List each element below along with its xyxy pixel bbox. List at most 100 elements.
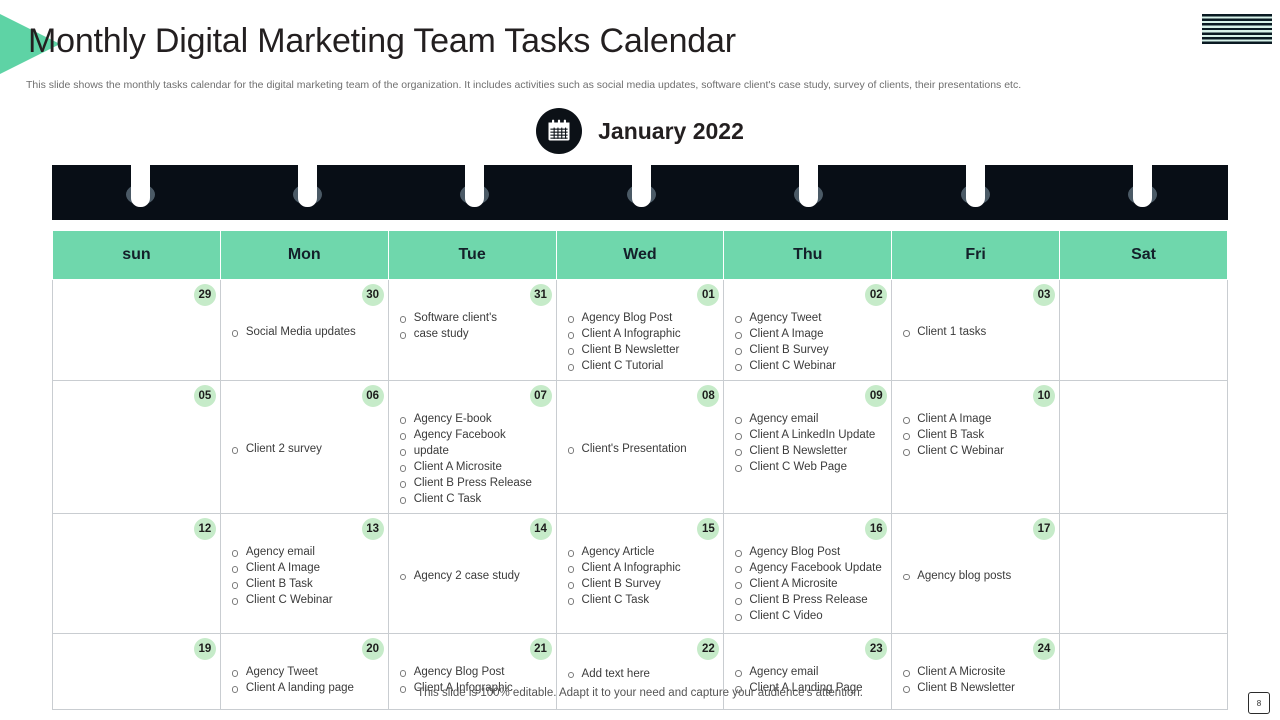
calendar-day-cell[interactable]: 10 Client A Image Client B Task Client C We… — [891, 380, 1061, 514]
binder-ring — [794, 155, 823, 210]
day-number-badge: 24 — [1033, 638, 1056, 660]
calendar-day-cell[interactable]: 01 Agency Blog Post Client A Infographic Cl… — [555, 279, 725, 381]
calendar-day-cell[interactable] — [1059, 513, 1228, 634]
task-item[interactable]: Agency blog posts — [900, 568, 1053, 584]
task-item[interactable]: Client B Press Release — [732, 592, 885, 608]
calendar-day-cell[interactable] — [1059, 279, 1228, 381]
day-task-list: Agency Blog Post Client A Infographic Clie… — [565, 288, 718, 374]
task-item[interactable]: Client C Webinar — [732, 358, 885, 374]
task-item[interactable]: Client C Task — [565, 592, 718, 608]
weekday-header-wed: Wed — [555, 230, 725, 280]
task-item[interactable]: Client A Infographic — [565, 326, 718, 342]
calendar-week-row: 05 06 Client 2 survey 07 Agency E-book Agency… — [52, 380, 1228, 514]
calendar-icon — [536, 108, 583, 154]
task-item[interactable]: Client B Newsletter — [732, 443, 885, 459]
weekday-header-sun: sun — [52, 230, 221, 280]
task-item[interactable]: Client B Task — [229, 576, 382, 592]
calendar-day-cell[interactable]: 06 Client 2 survey — [219, 380, 389, 514]
calendar-day-cell[interactable]: 15 Agency Article Client A Infographic Clie… — [555, 513, 725, 634]
calendar-day-cell[interactable]: 05 — [52, 380, 221, 514]
day-number-badge: 10 — [1033, 385, 1056, 407]
day-task-list: Client's Presentation — [565, 389, 718, 509]
task-item[interactable]: Client A Image — [229, 560, 382, 576]
task-item[interactable]: Agency Facebook Update — [732, 560, 885, 576]
day-task-list: Agency 2 case study — [397, 522, 550, 629]
task-item[interactable]: Agency email — [229, 544, 382, 560]
task-item[interactable]: Agency Blog Post — [565, 310, 718, 326]
task-item[interactable]: Client C Video — [732, 608, 885, 624]
task-item[interactable]: Client A Infographic — [565, 560, 718, 576]
task-item[interactable]: Client C Web Page — [732, 459, 885, 475]
day-number-badge: 14 — [529, 518, 552, 540]
task-item[interactable]: Agency Facebook — [397, 427, 550, 443]
task-item[interactable]: Agency 2 case study — [397, 568, 550, 584]
day-number-badge: 06 — [361, 385, 384, 407]
task-item[interactable]: Client A Microsite — [397, 459, 550, 475]
task-item[interactable]: Software client's — [397, 310, 550, 326]
task-item[interactable]: Client B Press Release — [397, 475, 550, 491]
day-task-list: Client A Image Client B Task Client C Webi… — [900, 389, 1053, 459]
task-item[interactable]: Agency email — [732, 664, 885, 680]
task-item[interactable]: Agency Blog Post — [732, 544, 885, 560]
task-item[interactable]: Client B Survey — [732, 342, 885, 358]
task-item[interactable]: Client A Microsite — [900, 664, 1053, 680]
day-number-badge: 03 — [1033, 284, 1056, 306]
day-task-list: Agency blog posts — [900, 522, 1053, 629]
task-item[interactable]: Client A Microsite — [732, 576, 885, 592]
calendar-day-cell[interactable] — [1059, 380, 1228, 514]
calendar-day-cell[interactable]: 17 Agency blog posts — [891, 513, 1061, 634]
task-item[interactable]: Agency Article — [565, 544, 718, 560]
task-item[interactable]: Client C Task — [397, 491, 550, 507]
task-item[interactable]: Client A LinkedIn Update — [732, 427, 885, 443]
day-task-list: Software client's case study — [397, 288, 550, 342]
binder-rings — [52, 155, 1228, 220]
day-number-badge: 07 — [529, 385, 552, 407]
task-item[interactable]: Client C Webinar — [229, 592, 382, 608]
binder-ring — [460, 155, 489, 210]
weekday-header-tue: Tue — [387, 230, 557, 280]
task-item[interactable]: Social Media updates — [229, 324, 382, 340]
task-item[interactable]: Add text here — [565, 666, 718, 682]
task-item[interactable]: Client B Task — [900, 427, 1053, 443]
task-item[interactable]: Client B Survey — [565, 576, 718, 592]
task-item[interactable]: Agency Blog Post — [397, 664, 550, 680]
calendar-day-cell[interactable]: 31 Software client's case study — [387, 279, 557, 381]
day-task-list: Client 2 survey — [229, 389, 382, 509]
calendar-day-cell[interactable]: 08 Client's Presentation — [555, 380, 725, 514]
calendar-day-cell[interactable]: 16 Agency Blog Post Agency Facebook Update… — [723, 513, 893, 634]
day-task-list: Social Media updates — [229, 288, 382, 376]
calendar-day-cell[interactable]: 14 Agency 2 case study — [387, 513, 557, 634]
task-item[interactable]: Client A Image — [900, 411, 1053, 427]
calendar-day-cell[interactable]: 09 Agency email Client A LinkedIn Update Cl… — [723, 380, 893, 514]
page-number: 8 — [1256, 698, 1262, 708]
task-item[interactable]: Client A Image — [732, 326, 885, 342]
binder-ring — [627, 155, 656, 210]
day-number-badge: 05 — [193, 385, 216, 407]
calendar-day-cell[interactable]: 30 Social Media updates — [219, 279, 389, 381]
task-item[interactable]: Agency E-book — [397, 411, 550, 427]
task-item[interactable]: update — [397, 443, 550, 459]
day-number-badge: 12 — [193, 518, 216, 540]
calendar-day-cell[interactable]: 13 Agency email Client A Image Client B Tas… — [219, 513, 389, 634]
calendar-day-cell[interactable]: 02 Agency Tweet Client A Image Client B Sur… — [723, 279, 893, 381]
calendar-day-cell[interactable]: 29 — [52, 279, 221, 381]
task-item[interactable]: Client C Webinar — [900, 443, 1053, 459]
task-item[interactable]: Client C Tutorial — [565, 358, 718, 374]
calendar-day-cell[interactable]: 03 Client 1 tasks — [891, 279, 1061, 381]
task-item[interactable]: Agency Tweet — [229, 664, 382, 680]
task-item[interactable]: Client B Newsletter — [565, 342, 718, 358]
task-item[interactable]: Client 2 survey — [229, 441, 382, 457]
page-number-badge: 8 — [1248, 692, 1270, 714]
task-item[interactable]: Client's Presentation — [565, 441, 718, 457]
binder-ring — [961, 155, 990, 210]
task-item[interactable]: case study — [397, 326, 550, 342]
task-item[interactable]: Agency Tweet — [732, 310, 885, 326]
task-item[interactable]: Client 1 tasks — [900, 324, 1053, 340]
calendar-day-cell[interactable]: 12 — [52, 513, 221, 634]
month-label: January 2022 — [598, 117, 744, 144]
striped-logo-icon — [1200, 14, 1272, 44]
binder-ring — [126, 155, 155, 210]
task-item[interactable]: Agency email — [732, 411, 885, 427]
calendar-day-cell[interactable]: 07 Agency E-book Agency Facebook update Clie… — [387, 380, 557, 514]
binder-ring — [293, 155, 322, 210]
